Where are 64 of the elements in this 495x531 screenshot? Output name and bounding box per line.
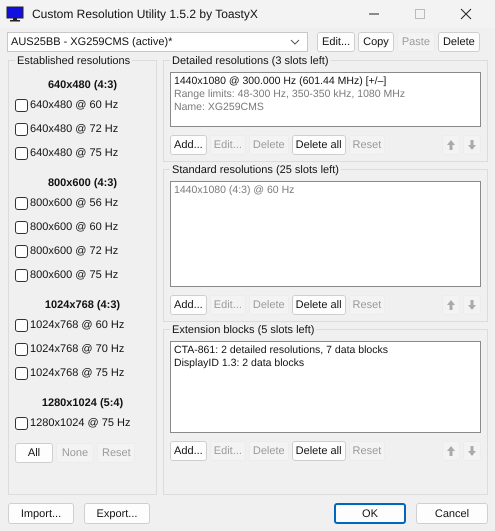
checkbox[interactable]	[15, 98, 28, 112]
checkbox[interactable]	[15, 122, 28, 136]
close-icon[interactable]	[460, 8, 472, 20]
monitor-dropdown[interactable]: AUS25BB - XG259CMS (active)*	[7, 32, 308, 52]
toolbar-button[interactable]: Delete	[438, 32, 480, 52]
checkbox-label: 800x600 @ 60 Hz	[30, 221, 118, 233]
list-item[interactable]: 1440x1080 (4:3) @ 60 Hz	[174, 184, 477, 197]
arrow-up-icon	[446, 445, 456, 457]
arrow-up-icon	[446, 139, 456, 151]
chevron-down-icon	[290, 39, 300, 45]
file-button[interactable]: Export...	[84, 503, 150, 524]
list-button[interactable]: Add...	[170, 295, 207, 315]
checkbox[interactable]	[15, 146, 28, 160]
window-title: Custom Resolution Utility 1.5.2 by ToastyX	[32, 7, 259, 21]
checkbox-label: 800x600 @ 56 Hz	[30, 197, 118, 209]
arrow-down-icon	[467, 445, 477, 457]
toolbar-button[interactable]: Copy	[358, 32, 394, 52]
toolbar-button[interactable]: Edit...	[317, 32, 356, 52]
resolution-heading: 640x480 (4:3)	[48, 78, 118, 93]
checkbox-label: 1024x768 @ 75 Hz	[30, 367, 124, 379]
checkbox-label: 1280x1024 @ 75 Hz	[30, 417, 130, 429]
checkbox-label: 640x480 @ 72 Hz	[30, 123, 118, 135]
group-title: Standard resolutions (25 slots left)	[170, 163, 341, 177]
resolution-heading: 1024x768 (4:3)	[44, 298, 120, 313]
list-button[interactable]: Add...	[170, 135, 207, 155]
maximize-icon	[414, 8, 426, 20]
checkbox-label: 640x480 @ 75 Hz	[30, 147, 118, 159]
checkbox[interactable]	[15, 244, 28, 258]
checkbox[interactable]	[15, 220, 28, 234]
checkbox[interactable]	[15, 196, 28, 210]
resolution-heading: 1280x1024 (5:4)	[42, 396, 124, 411]
dialog-button[interactable]: OK	[334, 503, 406, 524]
list-item[interactable]: 1440x1080 @ 300.000 Hz (601.44 MHz) [+/–]	[174, 75, 477, 88]
checkbox[interactable]	[15, 342, 28, 356]
list-item[interactable]: Name: XG259CMS	[174, 101, 477, 114]
list-button[interactable]: Add...	[170, 441, 207, 461]
list-box[interactable]: 1440x1080 (4:3) @ 60 Hz	[170, 181, 481, 287]
list-item[interactable]: CTA-861: 2 detailed resolutions, 7 data blocks	[174, 344, 477, 357]
list-item[interactable]: Range limits: 48-300 Hz, 350-350 kHz, 1080 MHz	[174, 88, 477, 101]
checkbox[interactable]	[15, 318, 28, 332]
list-item[interactable]: DisplayID 1.3: 2 data blocks	[174, 357, 477, 370]
monitor-icon	[6, 6, 24, 22]
group-title: Extension blocks (5 slots left)	[170, 323, 316, 337]
dialog-button[interactable]: Cancel	[416, 503, 488, 524]
checkbox-label: 800x600 @ 72 Hz	[30, 245, 118, 257]
checkbox[interactable]	[15, 416, 28, 430]
list-box[interactable]: 1440x1080 @ 300.000 Hz (601.44 MHz) [+/–] Range limits: 48-300 Hz, 350-350 kHz, 1080 MHz Name: XG259CMS	[170, 72, 481, 127]
checkbox[interactable]	[15, 366, 28, 380]
checkbox-label: 1024x768 @ 60 Hz	[30, 319, 124, 331]
list-box[interactable]: CTA-861: 2 detailed resolutions, 7 data blocks DisplayID 1.3: 2 data blocks	[170, 341, 481, 433]
group-title: Detailed resolutions (3 slots left)	[170, 54, 331, 68]
checkbox-label: 1024x768 @ 70 Hz	[30, 343, 124, 355]
checkbox-label: 800x600 @ 75 Hz	[30, 269, 118, 281]
checkbox[interactable]	[15, 268, 28, 282]
checkbox-label: 640x480 @ 60 Hz	[30, 99, 118, 111]
arrow-up-icon	[446, 299, 456, 311]
select-button[interactable]: All	[15, 443, 53, 463]
arrow-down-icon	[467, 299, 477, 311]
list-button[interactable]: Delete all	[292, 441, 346, 461]
resolution-heading: 800x600 (4:3)	[48, 176, 118, 191]
arrow-down-icon	[467, 139, 477, 151]
file-button[interactable]: Import...	[8, 503, 74, 524]
list-button[interactable]: Delete all	[292, 135, 346, 155]
list-button[interactable]: Delete all	[292, 295, 346, 315]
